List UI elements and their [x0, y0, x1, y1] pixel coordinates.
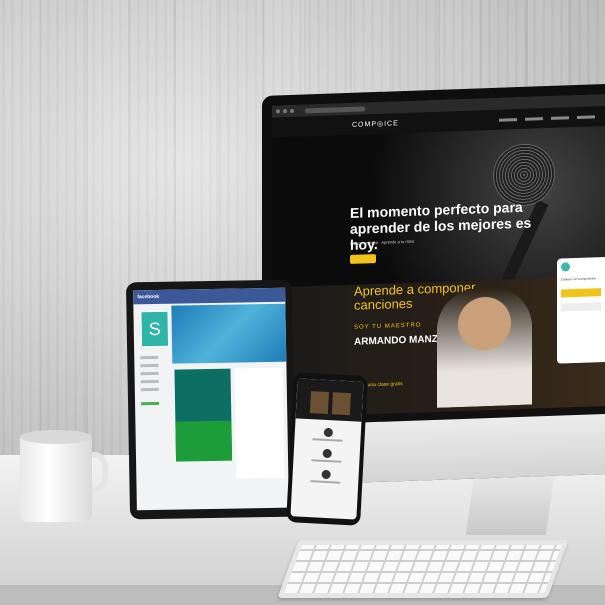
site-logo: COMP◎ICE	[352, 120, 399, 129]
feature-icon	[322, 448, 332, 459]
hero-button	[350, 254, 376, 264]
photo-scene: COMP◎ICE El momento perfecto para aprend…	[0, 0, 605, 605]
window-dot-icon	[276, 109, 280, 114]
chat-widget: Chatear con Compositoria	[557, 257, 605, 364]
sidebar-line	[140, 363, 159, 368]
monitor-stand	[465, 475, 555, 535]
phone-screen	[290, 378, 364, 520]
white-mug	[20, 436, 92, 522]
phone-thumbnail	[331, 392, 351, 416]
avatar-letter: S	[148, 318, 161, 340]
facebook-header: facebook	[133, 287, 286, 305]
chat-secondary-button	[561, 302, 601, 312]
chat-logo-icon	[561, 262, 570, 272]
facebook-post-image	[175, 420, 233, 462]
tablet-screen: facebook S	[133, 287, 289, 511]
facebook-cover	[171, 303, 287, 364]
tablet-device: facebook S	[125, 279, 297, 520]
nav-item	[525, 116, 543, 121]
teacher-portrait	[437, 286, 532, 408]
smartphone	[286, 372, 368, 526]
facebook-info-column	[234, 367, 285, 479]
address-bar	[305, 105, 365, 113]
hero-section: El momento perfecto para aprender de los…	[272, 126, 605, 288]
sidebar-button	[141, 401, 160, 406]
nav-item	[577, 114, 595, 119]
phone-thumbnail	[309, 391, 329, 414]
nav-item	[499, 117, 517, 122]
chat-primary-button	[561, 288, 601, 298]
chat-title: Chatear con Compositoria	[561, 276, 596, 282]
feature-icon	[323, 427, 333, 438]
feature-text	[310, 480, 341, 484]
keyboard-keys	[284, 545, 562, 593]
phone-header	[295, 378, 364, 422]
sidebar-line	[140, 371, 159, 376]
keyboard	[277, 540, 569, 598]
banner-tagline: SOY TU MAESTRO	[354, 322, 422, 331]
sidebar-line	[140, 379, 159, 384]
page-avatar: S	[139, 309, 171, 349]
nav-item	[551, 115, 569, 120]
mug-rim	[20, 430, 92, 444]
feature-text	[312, 438, 343, 442]
window-dot-icon	[283, 109, 287, 114]
sidebar-line	[140, 355, 159, 360]
window-dot-icon	[290, 108, 294, 114]
feature-text	[311, 459, 342, 463]
feature-icon	[320, 469, 331, 480]
sidebar-line	[140, 387, 159, 392]
